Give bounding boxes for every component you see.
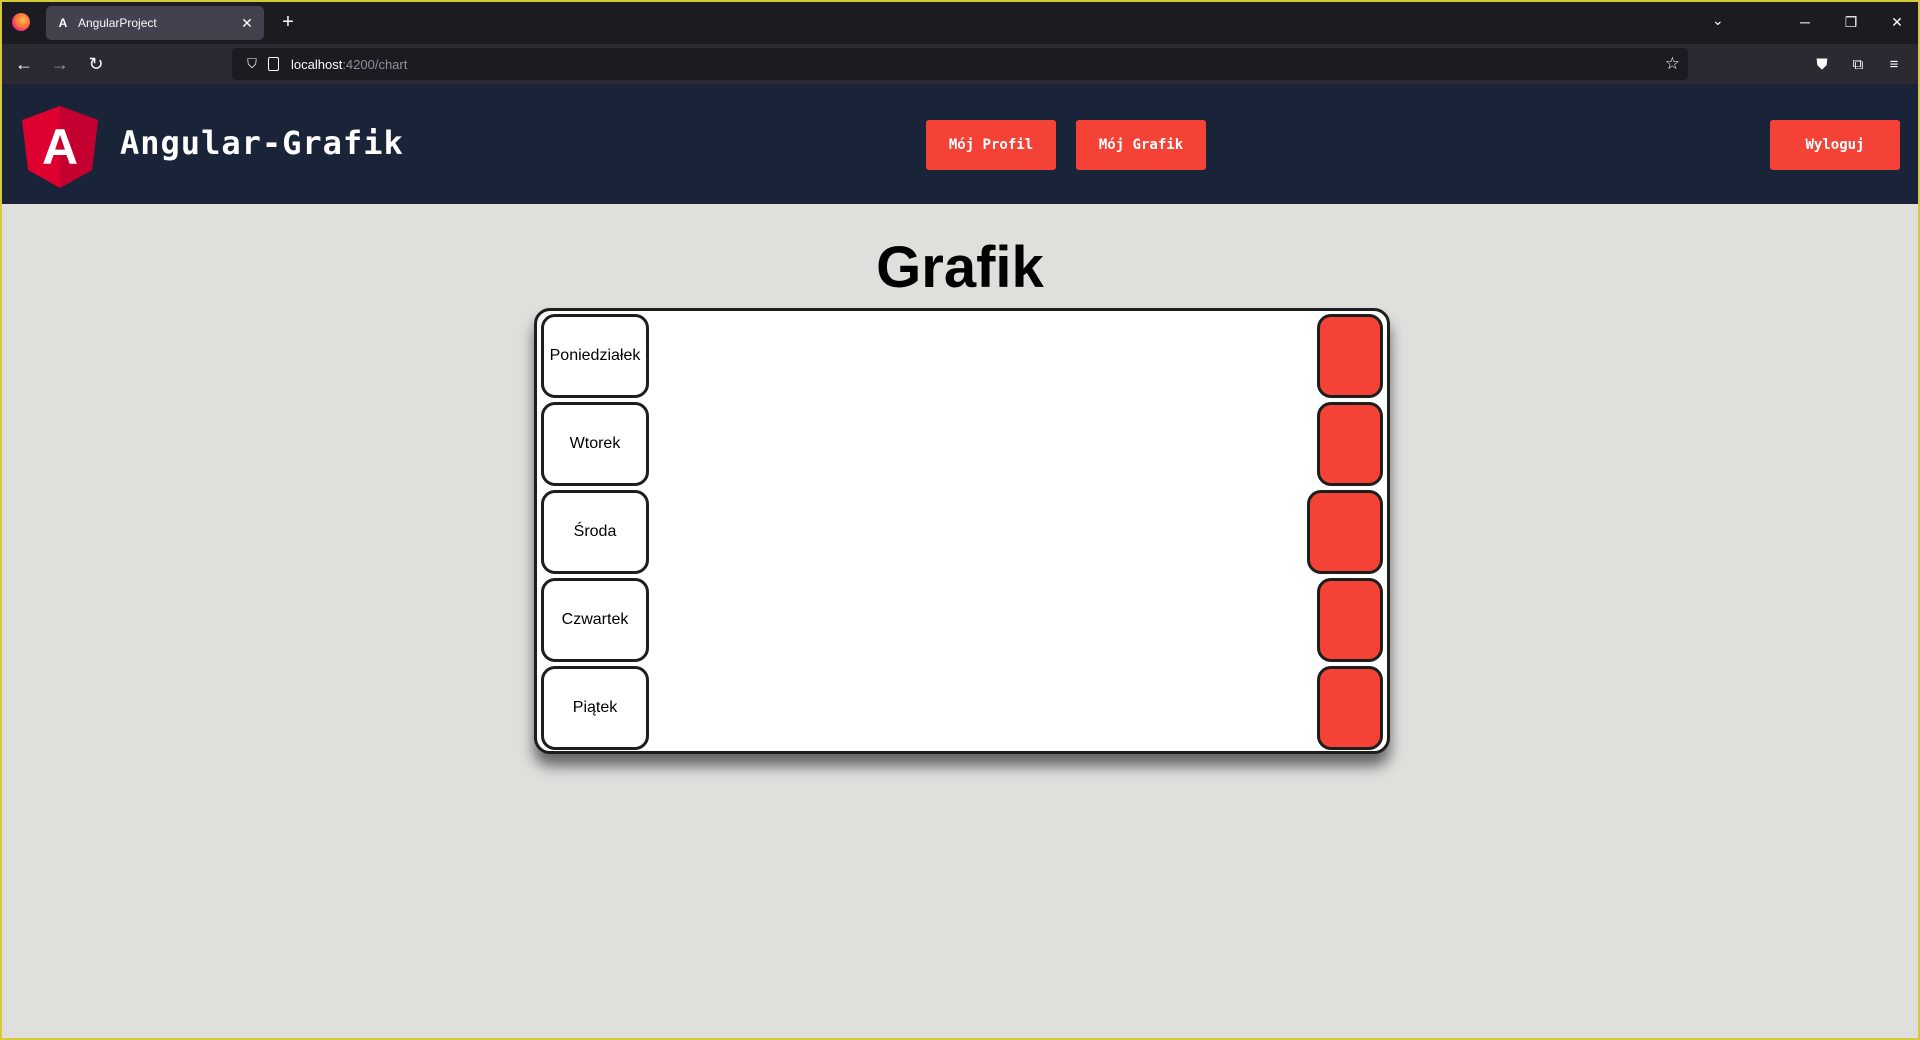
new-tab-icon[interactable]: + xyxy=(276,11,300,34)
my-profile-button[interactable]: Mój Profil xyxy=(926,120,1056,170)
tab-list-icon[interactable]: ⌄ xyxy=(1712,12,1724,29)
page-viewport: A Angular-Grafik Mój Profil Mój Grafik W… xyxy=(2,84,1918,1038)
url-bar[interactable]: ⛉ localhost:4200/chart ☆ xyxy=(232,48,1688,80)
page-title: Grafik xyxy=(876,235,1044,300)
url-host: localhost xyxy=(291,56,343,72)
day-label-thursday[interactable]: Czwartek xyxy=(541,578,649,662)
schedule-panel: Poniedziałek Wtorek Środa Czwartek Piąte… xyxy=(534,308,1390,754)
extensions-icon[interactable]: ⧉ xyxy=(1840,48,1876,80)
url-path: :4200/chart xyxy=(342,56,408,72)
browser-tab[interactable]: A AngularProject ✕ xyxy=(46,6,264,40)
app-header: A Angular-Grafik Mój Profil Mój Grafik W… xyxy=(2,84,1918,204)
back-icon[interactable]: ← xyxy=(6,48,42,80)
day-action-button-friday[interactable] xyxy=(1317,666,1383,750)
close-icon[interactable]: ✕ xyxy=(240,15,254,32)
day-label-monday[interactable]: Poniedziałek xyxy=(541,314,649,398)
day-action-button-thursday[interactable] xyxy=(1317,578,1383,662)
day-action-button-wednesday[interactable] xyxy=(1307,490,1383,574)
angular-favicon-icon: A xyxy=(58,16,68,30)
logout-button[interactable]: Wyloguj xyxy=(1770,120,1900,170)
day-action-button-monday[interactable] xyxy=(1317,314,1383,398)
toolbar-right: ⛊ ⧉ ≡ xyxy=(1804,48,1912,80)
day-label-friday[interactable]: Piątek xyxy=(541,666,649,750)
tab-strip: A AngularProject ✕ + ⌄ ─ ❐ ✕ xyxy=(0,0,1920,44)
tab-title: AngularProject xyxy=(78,16,157,30)
menu-icon[interactable]: ≡ xyxy=(1876,48,1912,80)
window-controls: ─ ❐ ✕ xyxy=(1782,0,1920,44)
navigation-toolbar: ← → ↻ ⛉ localhost:4200/chart ☆ ⛊ ⧉ ≡ xyxy=(0,44,1920,84)
app-name[interactable]: Angular-Grafik xyxy=(120,124,404,162)
minimize-icon[interactable]: ─ xyxy=(1782,0,1828,44)
day-action-button-tuesday[interactable] xyxy=(1317,402,1383,486)
pocket-icon[interactable]: ⛊ xyxy=(1804,48,1840,80)
restore-icon[interactable]: ❐ xyxy=(1828,0,1874,44)
page-icon[interactable] xyxy=(268,57,279,71)
shield-icon[interactable]: ⛉ xyxy=(244,56,260,72)
day-label-wednesday[interactable]: Środa xyxy=(541,490,649,574)
close-window-icon[interactable]: ✕ xyxy=(1874,0,1920,44)
reload-icon[interactable]: ↻ xyxy=(78,48,114,80)
forward-icon[interactable]: → xyxy=(42,48,78,80)
my-schedule-button[interactable]: Mój Grafik xyxy=(1076,120,1206,170)
day-label-tuesday[interactable]: Wtorek xyxy=(541,402,649,486)
star-icon[interactable]: ☆ xyxy=(1665,54,1680,74)
angular-logo-icon[interactable]: A xyxy=(22,106,98,188)
firefox-icon[interactable] xyxy=(12,13,30,31)
logo-letter: A xyxy=(42,119,78,175)
